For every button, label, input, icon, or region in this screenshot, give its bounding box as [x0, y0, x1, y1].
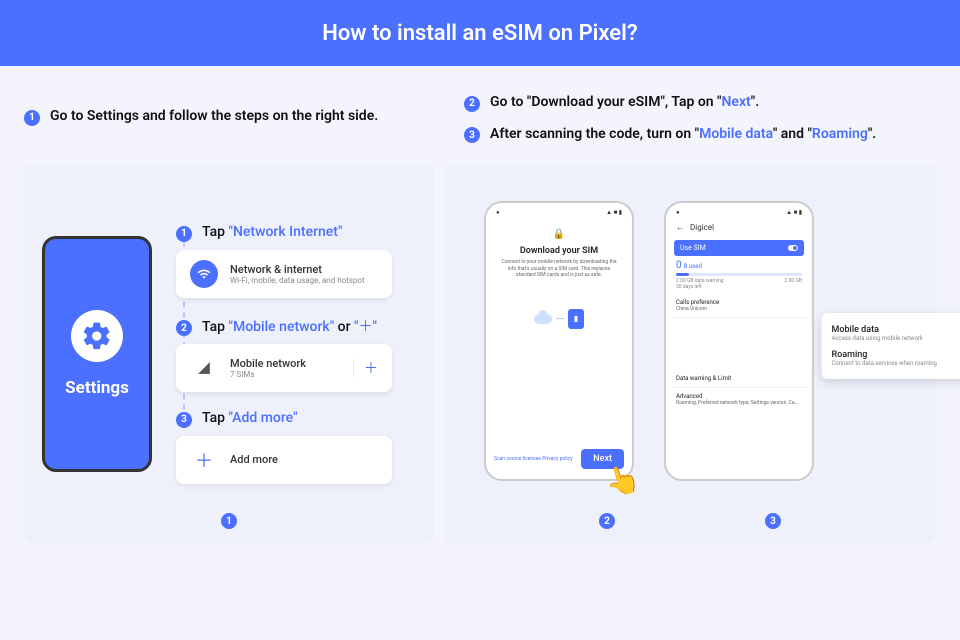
panels: Settings 1 Tap "Network Internet" Networ…	[0, 143, 960, 543]
link-roaming: Roaming	[812, 126, 868, 142]
lock-icon: 🔒	[500, 229, 618, 240]
step-bullet-3: 3	[176, 412, 192, 428]
link-next: Next	[722, 94, 751, 110]
instruction-right: 2 Go to "Download your eSIM", Tap on "Ne…	[464, 94, 936, 143]
instruction-text-1: Go to Settings and follow the steps on t…	[50, 108, 378, 124]
settings-label: Settings	[65, 378, 129, 398]
bullet-1: 1	[24, 110, 40, 126]
card-network-internet: Network & internet Wi-Fi, mobile, data u…	[176, 250, 392, 298]
pointer-icon: 👆	[601, 460, 643, 501]
phone-download-sim: ●▲ ■ ▮ 🔒 Download your SIM Connect to yo…	[484, 201, 634, 481]
instruction-text-2: Go to "Download your eSIM", Tap on "Next…	[490, 94, 759, 110]
signal-icon	[190, 354, 218, 382]
link-mobile-data: Mobile data	[699, 126, 773, 142]
use-sim-row: Use SIM	[674, 240, 804, 256]
download-desc: Connect to your mobile network by downlo…	[500, 259, 618, 279]
panel-left: Settings 1 Tap "Network Internet" Networ…	[24, 165, 434, 543]
sim-icon: ▮	[568, 309, 584, 329]
card-mobile-network: Mobile network 7 SIMs ＋	[176, 344, 392, 392]
mobile-data-label: Mobile data	[832, 325, 924, 335]
phone-settings-mock: Settings	[42, 236, 152, 472]
gear-icon	[71, 310, 123, 362]
wifi-icon	[190, 260, 218, 288]
roaming-label: Roaming	[832, 350, 937, 360]
cloud-icon	[534, 314, 552, 324]
step-bullet-1: 1	[176, 226, 192, 242]
panel-badge-1: 1	[221, 513, 237, 529]
panel-badge-3: 3	[765, 513, 781, 529]
usage-bar: 0B used 2.00 GB data warning30 days left…	[676, 260, 802, 290]
step-1: 1 Tap "Network Internet" Network & inter…	[176, 224, 392, 298]
plus-icon: ＋	[190, 446, 218, 474]
step-2: 2 Tap "Mobile network" or "＋" Mobile net…	[176, 316, 392, 393]
card-add-more: ＋ Add more	[176, 436, 392, 484]
panel-badge-2: 2	[599, 513, 615, 529]
status-bar: ●▲ ■ ▮	[672, 209, 806, 219]
panel-right: ●▲ ■ ▮ 🔒 Download your SIM Connect to yo…	[444, 165, 936, 543]
instruction-left: 1 Go to Settings and follow the steps on…	[24, 94, 444, 143]
page-title: How to install an eSIM on Pixel?	[322, 21, 637, 46]
phone-carrier-settings: ●▲ ■ ▮ ← Digicel Use SIM 0B used 2.00 GB…	[664, 201, 814, 481]
instruction-row: 1 Go to Settings and follow the steps on…	[0, 66, 960, 143]
back-arrow-icon: ←	[676, 223, 684, 232]
bullet-2: 2	[464, 96, 480, 112]
steps-list: 1 Tap "Network Internet" Network & inter…	[176, 224, 392, 484]
plus-icon: ＋	[353, 358, 378, 378]
page-header: How to install an eSIM on Pixel?	[0, 0, 960, 66]
download-graphic: ⋯ ▮	[500, 309, 618, 329]
step-bullet-2: 2	[176, 320, 192, 336]
overlay-toggles: Mobile data Access data using mobile net…	[822, 313, 960, 379]
status-bar: ●▲ ■ ▮	[492, 209, 626, 219]
bullet-3: 3	[464, 127, 480, 143]
step-3: 3 Tap "Add more" ＋ Add more	[176, 410, 392, 484]
download-title: Download your SIM	[500, 246, 618, 256]
carrier-header: ← Digicel	[672, 219, 806, 236]
instruction-text-3: After scanning the code, turn on "Mobile…	[490, 126, 876, 142]
toggle-icon	[788, 245, 798, 251]
